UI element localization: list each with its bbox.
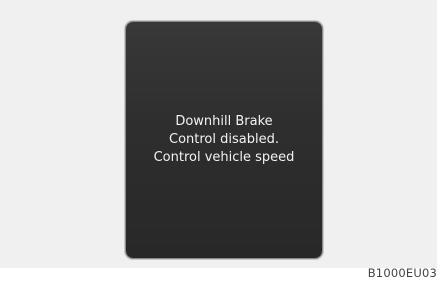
cluster-display-screen: Downhill Brake Control disabled. Control… (126, 22, 322, 258)
warning-message: Downhill Brake Control disabled. Control… (126, 113, 322, 167)
message-line-1: Downhill Brake (175, 114, 273, 129)
message-line-3: Control vehicle speed (153, 150, 295, 165)
figure-code: B1000EU03 (367, 266, 437, 280)
message-line-2: Control disabled. (169, 132, 279, 147)
